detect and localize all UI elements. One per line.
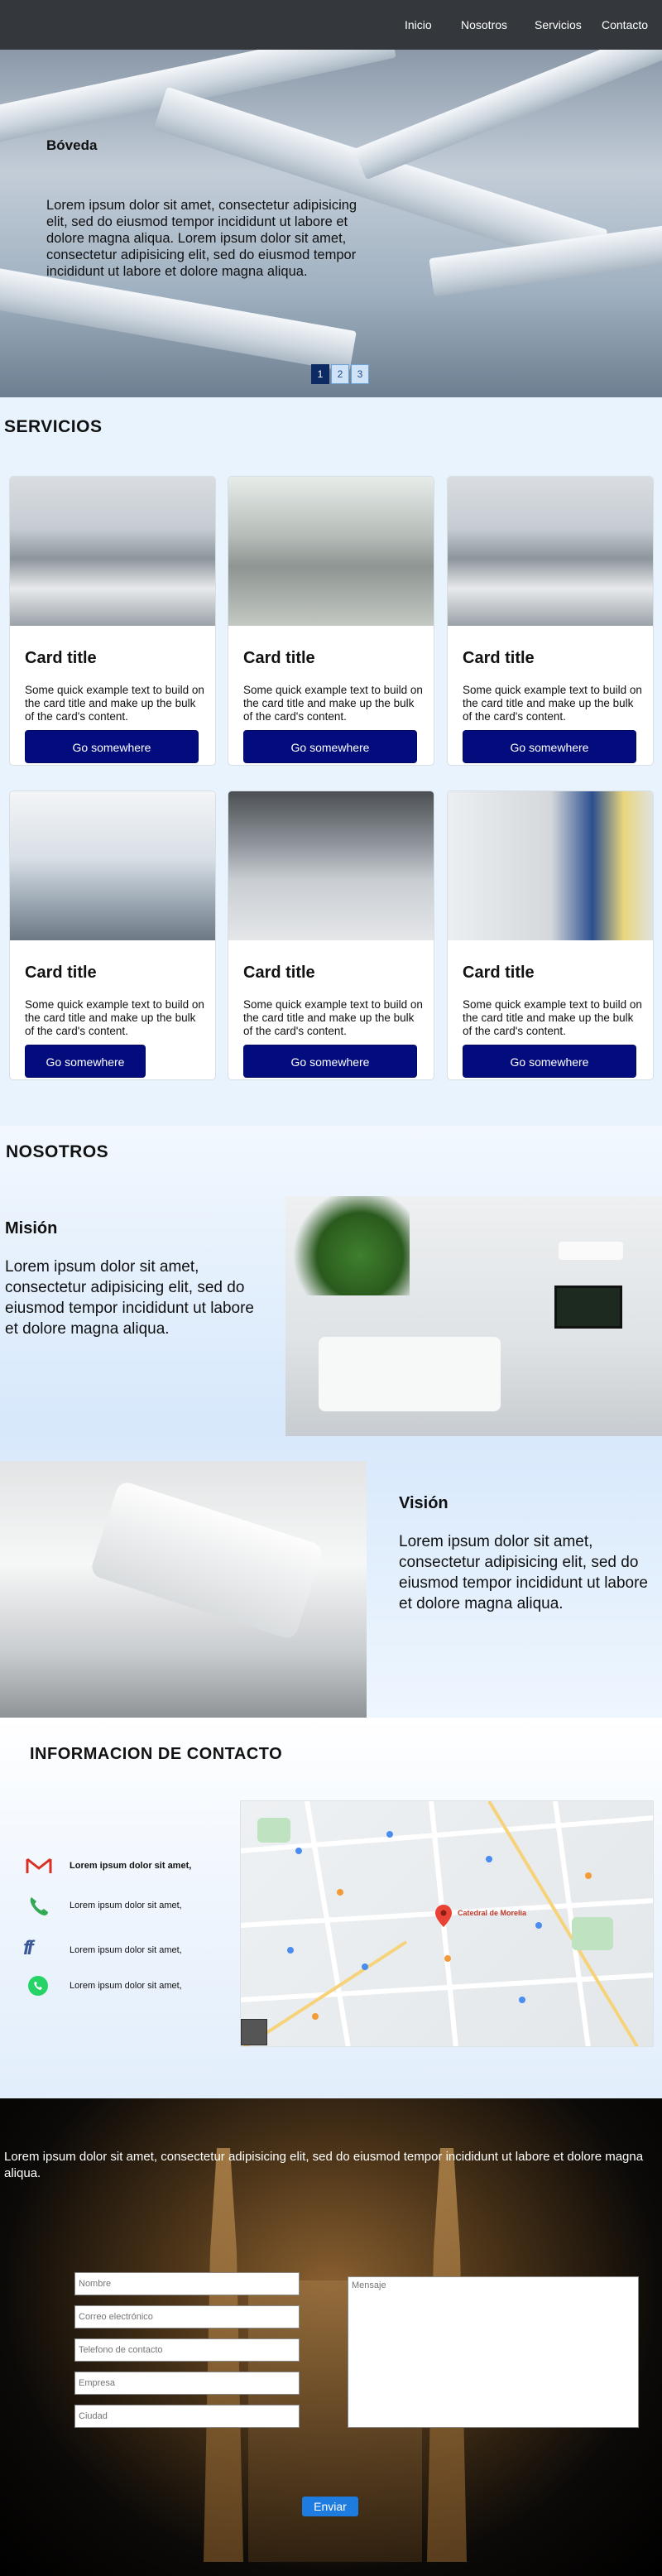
card-image — [10, 477, 215, 626]
service-card: Card title Some quick example text to bu… — [228, 791, 434, 1080]
card-text: Some quick example text to build on the … — [25, 684, 204, 723]
hero-carousel: Bóveda Lorem ipsum dolor sit amet, conse… — [0, 50, 662, 397]
vision-text: Lorem ipsum dolor sit amet, consectetur … — [399, 1533, 649, 1612]
card-button[interactable]: Go somewhere — [25, 1045, 146, 1078]
navbar: Inicio Nosotros Servicios Contacto — [0, 0, 662, 50]
hero-text: Lorem ipsum dolor sit amet, consectetur … — [46, 198, 357, 279]
card-title: Card title — [243, 964, 315, 982]
card-title: Card title — [463, 649, 535, 667]
vision-title: Visión — [399, 1494, 449, 1512]
servicios-title: SERVICIOS — [4, 417, 103, 436]
card-image — [228, 791, 434, 940]
vision-image — [0, 1461, 367, 1718]
card-button[interactable]: Go somewhere — [243, 730, 417, 763]
nav-inicio[interactable]: Inicio — [405, 18, 432, 31]
hero-title: Bóveda — [46, 137, 98, 153]
ciudad-input[interactable] — [74, 2405, 300, 2428]
empresa-input[interactable] — [74, 2372, 300, 2395]
carousel-page-2[interactable]: 2 — [331, 364, 349, 384]
mensaje-textarea[interactable] — [348, 2276, 639, 2428]
card-button[interactable]: Go somewhere — [463, 730, 636, 763]
nav-contacto[interactable]: Contacto — [602, 18, 648, 31]
card-image — [228, 477, 434, 626]
service-card: Card title Some quick example text to bu… — [228, 476, 434, 766]
service-card: Card title Some quick example text to bu… — [447, 791, 654, 1080]
card-button[interactable]: Go somewhere — [463, 1045, 636, 1078]
nav-nosotros[interactable]: Nosotros — [461, 18, 507, 31]
card-title: Card title — [463, 964, 535, 982]
card-text: Some quick example text to build on the … — [463, 684, 642, 723]
card-button[interactable]: Go somewhere — [243, 1045, 417, 1078]
carousel-page-1[interactable]: 1 — [311, 364, 329, 384]
carousel-pager: 1 2 3 — [311, 364, 369, 384]
card-image — [10, 791, 215, 940]
card-title: Card title — [243, 649, 315, 667]
sofa-shape — [319, 1337, 501, 1411]
tv-shape — [554, 1286, 622, 1329]
card-text: Some quick example text to build on the … — [243, 684, 423, 723]
service-card: Card title Some quick example text to bu… — [9, 791, 216, 1080]
contact-text: Lorem ipsum dolor sit amet, — [70, 1901, 182, 1910]
telefono-input[interactable] — [74, 2338, 300, 2362]
correo-input[interactable] — [74, 2305, 300, 2328]
service-card: Card title Some quick example text to bu… — [9, 476, 216, 766]
nombre-input[interactable] — [74, 2272, 300, 2295]
submit-button[interactable]: Enviar — [302, 2497, 358, 2516]
card-title: Card title — [25, 964, 97, 982]
facebook-icon[interactable]: ff — [23, 1937, 56, 1962]
hero-duct — [0, 265, 357, 372]
ac-unit-shape — [559, 1242, 623, 1260]
whatsapp-icon[interactable] — [26, 1974, 50, 1997]
contact-text: Lorem ipsum dolor sit amet, — [70, 1861, 192, 1871]
gmail-icon[interactable] — [25, 1856, 53, 1876]
service-card: Card title Some quick example text to bu… — [447, 476, 654, 766]
form-intro: Lorem ipsum dolor sit amet, consectetur … — [4, 2150, 644, 2180]
contact-text: Lorem ipsum dolor sit amet, — [70, 1945, 182, 1955]
contact-text: Lorem ipsum dolor sit amet, — [70, 1981, 182, 1991]
plant-shape — [285, 1196, 410, 1295]
map-embed[interactable]: Catedral de Morelia — [240, 1800, 654, 2047]
mision-title: Misión — [5, 1219, 58, 1238]
card-image — [448, 791, 653, 940]
map-street-view-thumb[interactable] — [241, 2019, 267, 2045]
carousel-page-3[interactable]: 3 — [351, 364, 369, 384]
card-title: Card title — [25, 649, 97, 667]
nav-servicios[interactable]: Servicios — [535, 18, 582, 31]
hero-duct — [353, 50, 662, 180]
card-text: Some quick example text to build on the … — [243, 998, 423, 1037]
card-text: Some quick example text to build on the … — [25, 998, 204, 1037]
card-text: Some quick example text to build on the … — [463, 998, 642, 1037]
mision-text: Lorem ipsum dolor sit amet, consectetur … — [5, 1258, 255, 1338]
nosotros-title: NOSOTROS — [6, 1142, 109, 1161]
phone-icon[interactable] — [26, 1894, 51, 1919]
map-pin-label: Catedral de Morelia — [458, 1909, 527, 1917]
contacto-title: INFORMACION DE CONTACTO — [30, 1745, 283, 1763]
mision-image — [285, 1196, 662, 1436]
card-button[interactable]: Go somewhere — [25, 730, 199, 763]
card-image — [448, 477, 653, 626]
ac-unit-shape — [89, 1479, 325, 1641]
